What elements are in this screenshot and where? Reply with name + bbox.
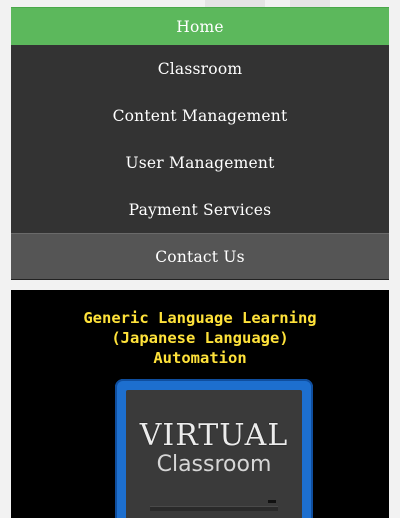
logo-text-classroom: Classroom	[156, 452, 272, 477]
hero-title-line: Generic Language Learning	[83, 309, 317, 327]
logo-text-virtual: VIRTUAL	[139, 418, 289, 453]
menu-item-home[interactable]: Home	[11, 7, 389, 45]
menu-item-user-management[interactable]: User Management	[11, 139, 389, 186]
hero-banner: Generic Language Learning (Japanese Lang…	[11, 290, 389, 518]
menu-item-content-management[interactable]: Content Management	[11, 92, 389, 139]
menu-item-contact-us[interactable]: Contact Us	[11, 233, 389, 280]
menu-item-payment-services[interactable]: Payment Services	[11, 186, 389, 233]
hero-title: Generic Language Learning (Japanese Lang…	[11, 308, 389, 368]
virtual-classroom-logo: VIRTUAL Classroom	[115, 379, 313, 518]
main-menu: Home Classroom Content Management User M…	[11, 7, 389, 280]
screen-button	[268, 500, 276, 503]
hero-title-line: Automation	[153, 349, 247, 367]
hero-title-line: (Japanese Language)	[111, 329, 289, 347]
logo-screen: VIRTUAL Classroom	[126, 390, 302, 518]
page: Home Classroom Content Management User M…	[0, 0, 400, 518]
menu-item-classroom[interactable]: Classroom	[11, 45, 389, 92]
chalk-tray	[150, 506, 278, 511]
